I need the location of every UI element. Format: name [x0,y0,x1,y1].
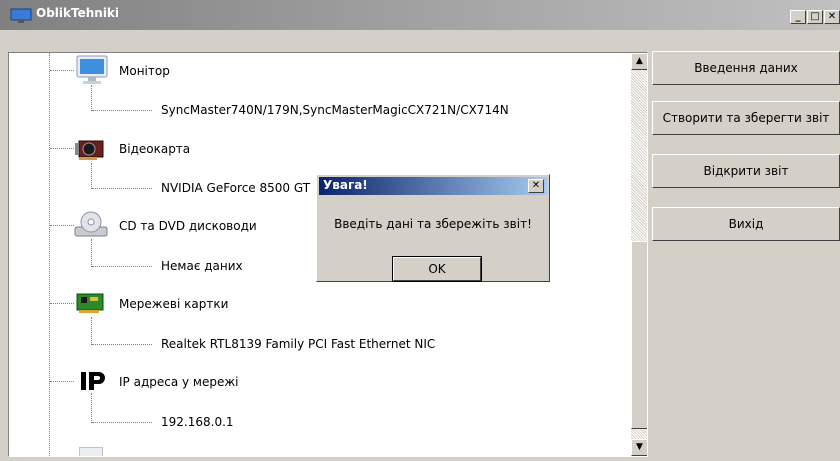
tree-child-branch [92,422,152,423]
tree-branch-line [50,148,74,149]
close-button[interactable]: ✕ [824,10,840,24]
tree-child-line [91,239,92,267]
tree-branch-line [50,303,74,304]
minimize-button[interactable]: _ [790,10,806,24]
tree-trunk-line [49,53,50,456]
tree-child-branch [92,110,152,111]
create-save-report-button[interactable]: Створити та зберегти звіт [652,101,840,135]
open-report-button[interactable]: Відкрити звіт [652,154,840,188]
exit-button[interactable]: Вихід [652,207,840,241]
tree-child-branch [92,344,152,345]
cd-dvd-icon [74,211,108,237]
tree-leaf-value[interactable]: Realtek RTL8139 Family PCI Fast Ethernet… [161,337,435,351]
tree-node-label[interactable]: CD та DVD дисководи [119,219,257,233]
scroll-down-button[interactable]: ▼ [631,439,647,456]
ip-icon [81,372,105,390]
window-title: OblikTehniki [36,6,120,20]
tree-child-line [91,317,92,345]
tree-scrollbar[interactable]: ▲ ▼ [631,53,647,456]
tree-branch-line [50,381,74,382]
tree-node-label[interactable]: Монітор [119,64,170,78]
video-card-icon [75,140,104,160]
dialog-message: Введіть дані та збережіть звіт! [334,217,532,231]
tree-leaf-value[interactable]: 192.168.0.1 [161,415,234,429]
tree-child-line [91,85,92,111]
monitor-icon [76,55,108,84]
tree-child-line [91,393,92,423]
partial-node-icon [79,447,103,456]
dialog-title: Увага! [323,178,368,192]
tree-branch-line [50,225,74,226]
tree-child-branch [92,188,152,189]
tree-branch-line [50,70,74,71]
warning-dialog: Увага! ✕ Введіть дані та збережіть звіт!… [316,174,550,282]
dialog-title-bar: Увага! ✕ [319,177,547,195]
dialog-close-button[interactable]: ✕ [528,179,544,193]
tree-node-label[interactable]: Відеокарта [119,142,190,156]
network-card-icon [76,293,104,313]
tree-node-label[interactable]: IP адреса у мережі [119,375,239,389]
tree-leaf-value[interactable]: NVIDIA GeForce 8500 GT [161,181,310,195]
tree-child-branch [92,266,152,267]
tree-leaf-value[interactable]: Немає даних [161,259,243,273]
scroll-thumb[interactable] [631,241,647,429]
tree-child-line [91,163,92,189]
scroll-up-button[interactable]: ▲ [631,53,647,70]
title-bar: OblikTehniki _ □ ✕ [0,0,840,30]
maximize-button[interactable]: □ [807,10,823,24]
tree-node-label[interactable]: Мережеві картки [119,297,228,311]
dialog-ok-button[interactable]: OK [392,256,482,282]
app-monitor-icon [10,8,32,23]
tree-leaf-value[interactable]: SyncMaster740N/179N,SyncMasterMagicCX721… [161,103,509,117]
input-data-button[interactable]: Введення даних [652,51,840,85]
